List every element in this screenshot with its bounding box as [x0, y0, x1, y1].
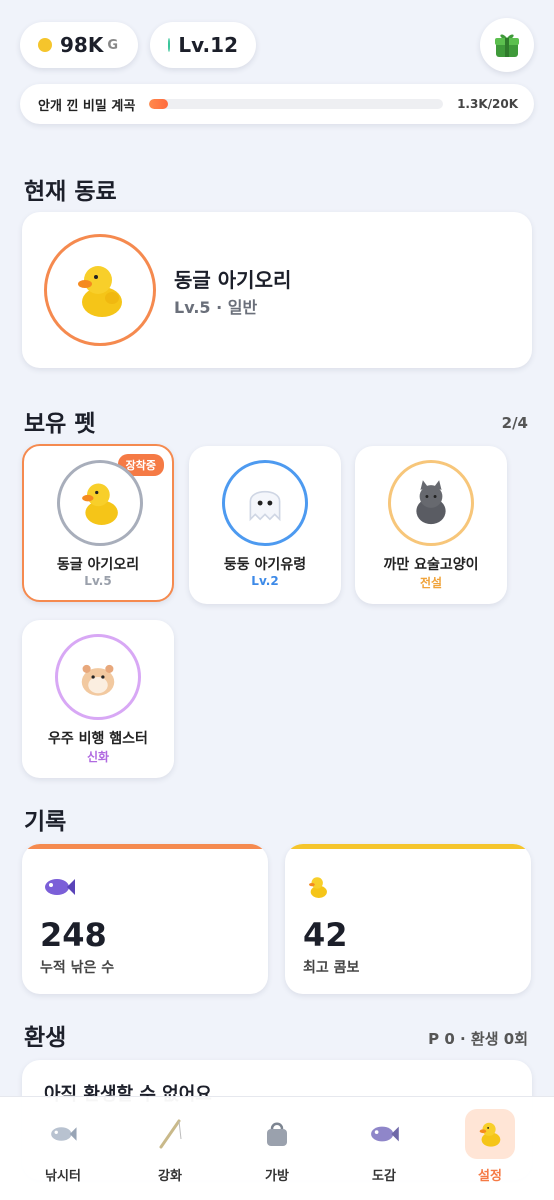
- current-pet-name: 동글 아기오리: [174, 268, 292, 292]
- cat-icon: [416, 480, 446, 525]
- tab-settings[interactable]: 설정: [455, 1109, 525, 1191]
- best-combo-value: 42: [303, 916, 348, 954]
- current-pet-level: Lv.5 · 일반: [174, 298, 258, 317]
- tab-label: 낚시터: [45, 1169, 81, 1184]
- ghost-icon: [249, 490, 281, 522]
- gold-counter[interactable]: 98K G: [20, 22, 138, 68]
- current-companion-title: 현재 동료: [24, 179, 117, 205]
- tab-label: 가방: [265, 1169, 289, 1184]
- bottom-tab-bar: 낚시터 강화 가방 도감 설정: [0, 1096, 554, 1200]
- total-catch-card: 248 누적 낚은 수: [22, 844, 268, 994]
- top-bar: 98K G Lv.12: [20, 18, 534, 72]
- gift-box-icon: [495, 34, 519, 57]
- owned-pets-title: 보유 펫: [24, 411, 96, 437]
- level-counter[interactable]: Lv.12: [150, 22, 256, 68]
- tab-label: 도감: [372, 1169, 396, 1184]
- pet-portrait: [55, 634, 141, 720]
- fish-book-icon: [359, 1109, 409, 1159]
- duck-icon: [78, 266, 122, 317]
- rebirth-stats: P 0 · 환생 0회: [428, 1030, 528, 1048]
- total-catch-value: 248: [40, 916, 107, 954]
- tab-encyclopedia[interactable]: 도감: [349, 1109, 419, 1191]
- card-accent-bar: [285, 844, 531, 849]
- duck-icon: [465, 1109, 515, 1159]
- bag-icon: [252, 1109, 302, 1159]
- stage-progress-fill: [149, 99, 169, 109]
- fishing-rod-icon: [145, 1109, 195, 1159]
- tab-bag[interactable]: 가방: [242, 1109, 312, 1191]
- pet-name: 우주 비행 햄스터: [48, 731, 148, 747]
- card-accent-bar: [22, 844, 268, 849]
- pet-portrait: [222, 460, 308, 546]
- records-title: 기록: [24, 809, 67, 835]
- stage-progress-count: 1.3K/20K: [457, 97, 518, 111]
- tab-upgrade[interactable]: 강화: [135, 1109, 205, 1191]
- tab-fishing-spot[interactable]: 낚시터: [28, 1109, 98, 1191]
- pet-name: 둥둥 아기유령: [223, 557, 307, 573]
- pet-level: Lv.5: [84, 574, 112, 588]
- pet-rarity: 신화: [86, 750, 110, 764]
- hamster-icon: [81, 664, 115, 696]
- total-catch-label: 누적 낚은 수: [40, 960, 115, 976]
- pet-portrait: [388, 460, 474, 546]
- pet-card-duck[interactable]: 장착중 동글 아기오리 Lv.5: [22, 444, 174, 602]
- stage-progress-track: [149, 99, 444, 109]
- owned-pets-count: 2/4: [501, 414, 528, 432]
- pet-level: Lv.2: [251, 574, 279, 588]
- stage-name: 안개 낀 비밀 계곡: [38, 98, 136, 114]
- fish-icon: [45, 879, 75, 895]
- tab-label: 설정: [478, 1169, 502, 1184]
- tab-label: 강화: [158, 1169, 182, 1184]
- gold-unit: G: [107, 37, 119, 53]
- pet-portrait: [57, 460, 143, 546]
- pet-card-cat[interactable]: 까만 요술고양이 전설: [355, 446, 507, 604]
- fish-icon: [38, 1109, 88, 1159]
- current-companion-card[interactable]: 동글 아기오리 Lv.5 · 일반: [22, 212, 532, 368]
- gold-value: 98K: [60, 33, 104, 57]
- best-combo-label: 최고 콤보: [303, 960, 360, 976]
- pet-card-hamster[interactable]: 우주 비행 햄스터 신화: [22, 620, 174, 778]
- duck-icon: [309, 877, 327, 898]
- gift-box-button[interactable]: [480, 18, 534, 72]
- stage-progress-bar[interactable]: 안개 낀 비밀 계곡 1.3K/20K: [20, 84, 534, 124]
- current-pet-portrait: [44, 234, 156, 346]
- level-value: Lv.12: [178, 33, 238, 57]
- pet-card-ghost[interactable]: 둥둥 아기유령 Lv.2: [189, 446, 341, 604]
- coin-icon: [38, 38, 52, 52]
- best-combo-card: 42 최고 콤보: [285, 844, 531, 994]
- duck-icon: [82, 483, 118, 525]
- pet-name: 동글 아기오리: [56, 557, 140, 573]
- rebirth-title: 환생: [24, 1025, 67, 1051]
- pet-rarity: 전설: [419, 576, 443, 590]
- pet-name: 까만 요술고양이: [383, 557, 479, 573]
- level-dot-icon: [168, 38, 171, 52]
